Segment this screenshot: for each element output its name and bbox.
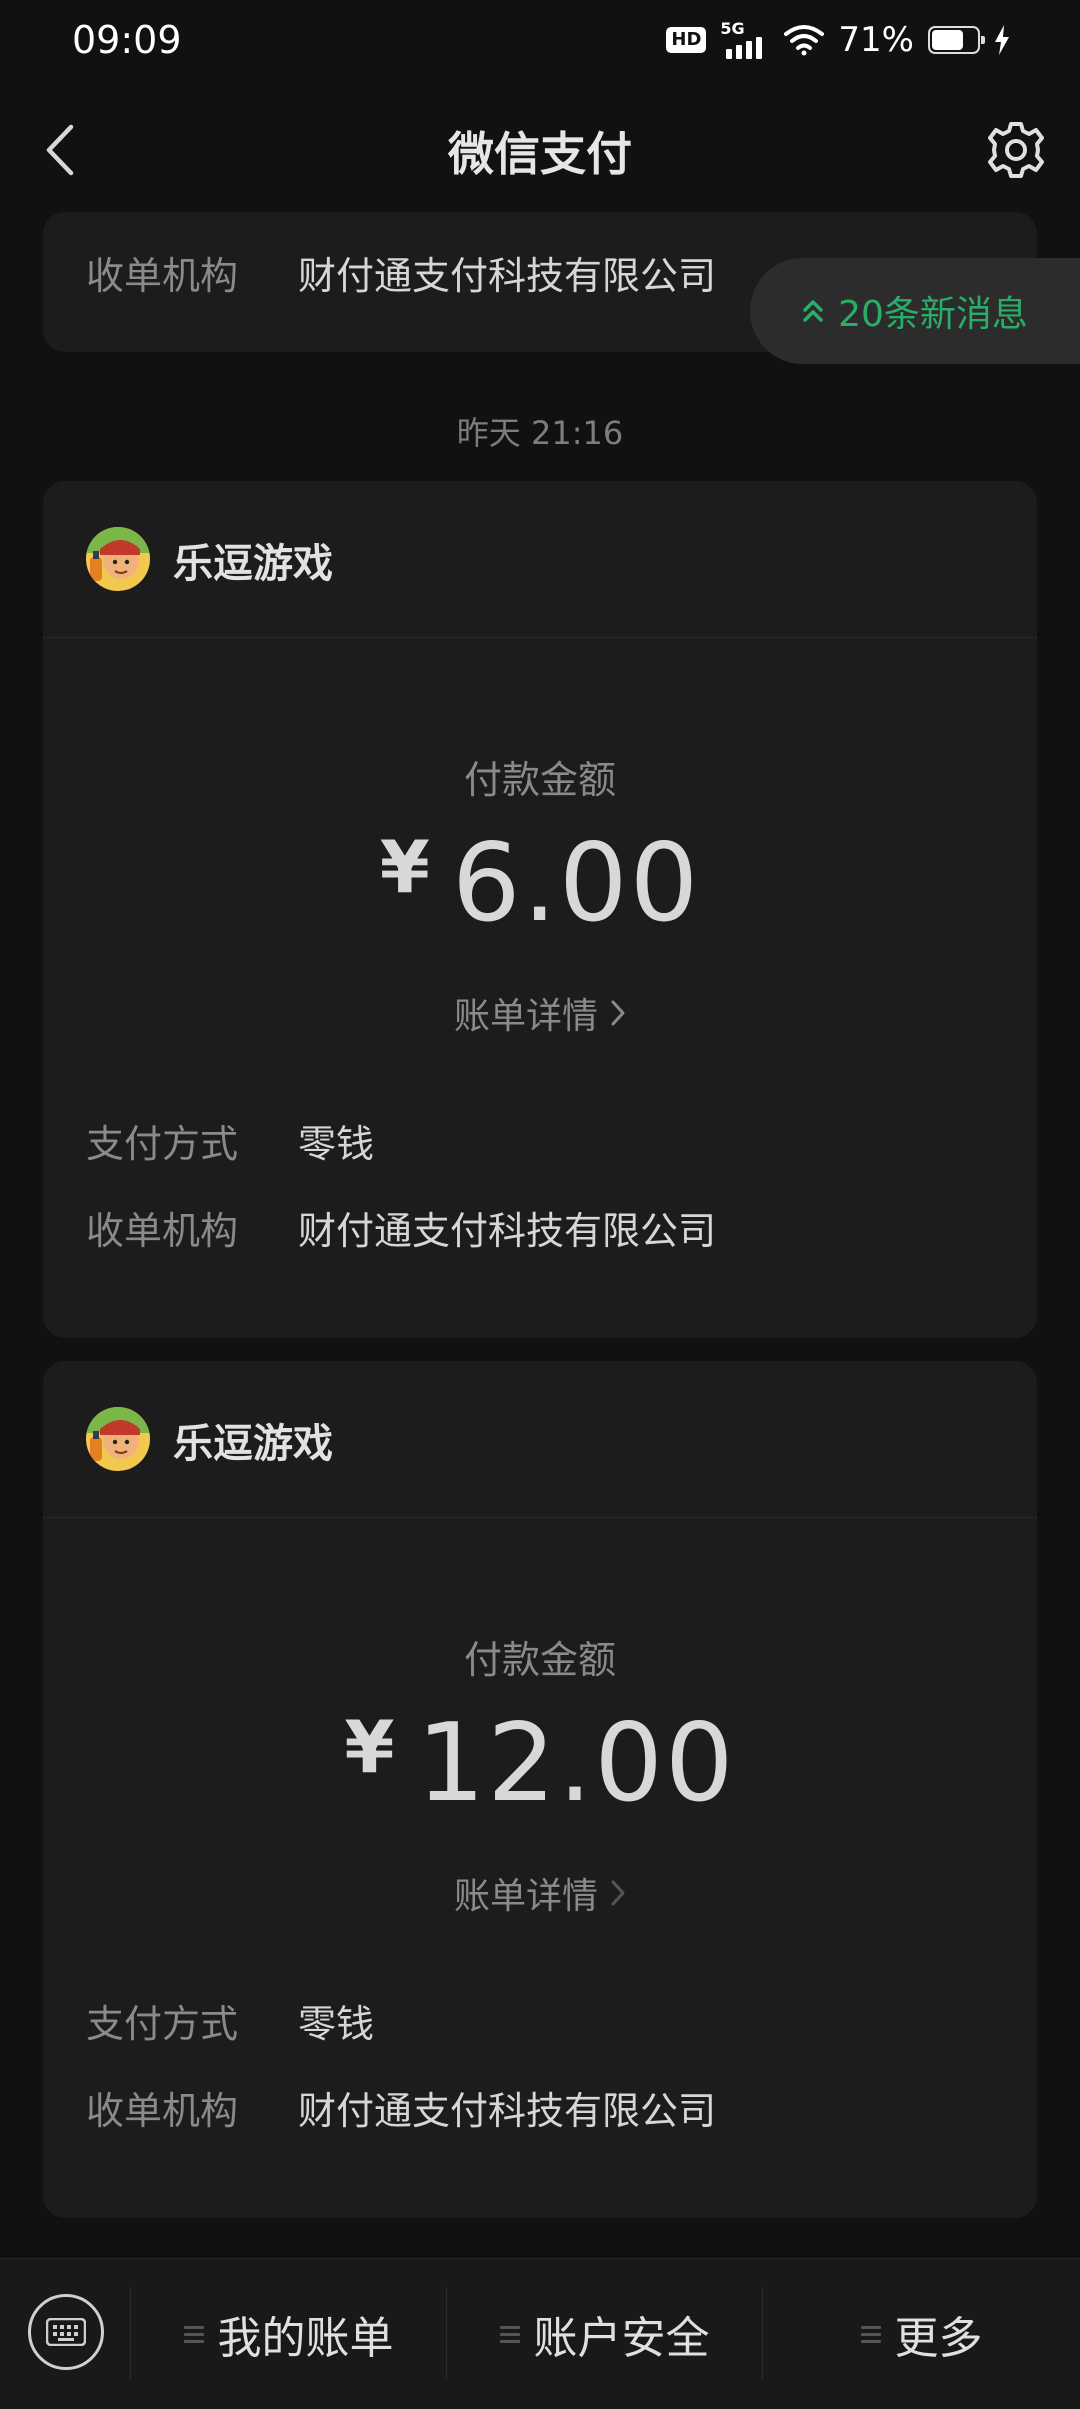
payment-method-label: 支付方式 [86,2001,239,2046]
signal-icon: 5G [720,19,770,61]
nav-bar: 微信支付 [0,80,1080,220]
charging-icon [995,25,1009,55]
payment-method-row: 支付方式 零钱 [86,1110,374,1170]
gear-icon [988,122,1044,178]
acquirer-label: 收单机构 [86,1208,239,1253]
amount-value: 12.00 [416,1701,736,1826]
payment-card[interactable]: 乐逗游戏 付款金额 ¥6.00 账单详情 支付方式 零钱 收单机构 财付通支付科… [43,481,1037,1338]
keyboard-icon [46,2318,86,2346]
bottom-menu-bar: 我的账单 账户安全 更多 [0,2258,1080,2409]
merchant-name: 乐逗游戏 [173,541,333,587]
battery-icon [928,26,985,54]
merchant-avatar [86,527,150,591]
currency-symbol: ¥ [344,1705,397,1789]
merchant-avatar [86,1407,150,1471]
menu-item-label: 我的账单 [217,2313,394,2364]
payment-method-value: 零钱 [298,2001,375,2046]
acquirer-label: 收单机构 [86,2088,239,2133]
acquirer-label: 收单机构 [86,253,239,298]
amount-value: 6.00 [451,821,701,946]
submenu-indicator-icon [499,2325,520,2343]
payment-method-value: 零钱 [298,1121,375,1166]
merchant-name: 乐逗游戏 [173,1421,333,1467]
amount-label: 付款金额 [463,758,616,802]
menu-more[interactable]: 更多 [763,2259,1080,2409]
page-title: 微信支付 [448,127,632,181]
bill-detail-link[interactable]: 账单详情 [43,1867,1037,1919]
wifi-icon [784,25,825,56]
acquirer-value: 财付通支付科技有限公司 [298,2088,717,2133]
menu-account-security[interactable]: 账户安全 [447,2259,762,2409]
acquirer-row: 收单机构 财付通支付科技有限公司 [86,242,716,302]
chevron-right-icon [611,1880,625,1906]
payment-amount: ¥12.00 [43,1701,1037,1826]
payment-method-label: 支付方式 [86,1121,239,1166]
hd-icon: HD [666,27,707,53]
payment-method-row: 支付方式 零钱 [86,1990,374,2050]
new-messages-label: 20条新消息 [838,294,1028,335]
keyboard-toggle-button[interactable] [28,2294,104,2370]
status-time: 09:09 [72,18,182,62]
bill-detail-label: 账单详情 [453,996,598,1037]
acquirer-value: 财付通支付科技有限公司 [298,253,717,298]
bill-detail-link[interactable]: 账单详情 [43,987,1037,1039]
message-timestamp: 昨天 21:16 [456,414,624,452]
menu-item-label: 更多 [894,2313,983,2364]
battery-percent: 71% [838,20,914,60]
network-type: 5G [720,19,745,38]
double-chevron-up-icon [803,300,823,322]
settings-button[interactable] [982,116,1050,184]
new-messages-button[interactable]: 20条新消息 [750,258,1080,364]
currency-symbol: ¥ [379,825,432,909]
acquirer-row: 收单机构 财付通支付科技有限公司 [86,2077,716,2137]
menu-my-bills[interactable]: 我的账单 [131,2259,446,2409]
status-icons: HD 5G 71% [666,16,1010,64]
submenu-indicator-icon [860,2325,881,2343]
menu-item-label: 账户安全 [533,2313,710,2364]
chevron-right-icon [611,1000,625,1026]
merchant-header[interactable]: 乐逗游戏 [43,1361,1037,1518]
payment-amount: ¥6.00 [43,821,1037,946]
acquirer-value: 财付通支付科技有限公司 [298,1208,717,1253]
acquirer-row: 收单机构 财付通支付科技有限公司 [86,1197,716,1257]
status-bar: 09:09 HD 5G 71% [0,0,1080,80]
amount-label: 付款金额 [463,1638,616,1682]
bill-detail-label: 账单详情 [453,1876,598,1917]
submenu-indicator-icon [183,2325,204,2343]
payment-card[interactable]: 乐逗游戏 付款金额 ¥12.00 账单详情 支付方式 零钱 收单机构 财付通支付… [43,1361,1037,2218]
merchant-header[interactable]: 乐逗游戏 [43,481,1037,638]
